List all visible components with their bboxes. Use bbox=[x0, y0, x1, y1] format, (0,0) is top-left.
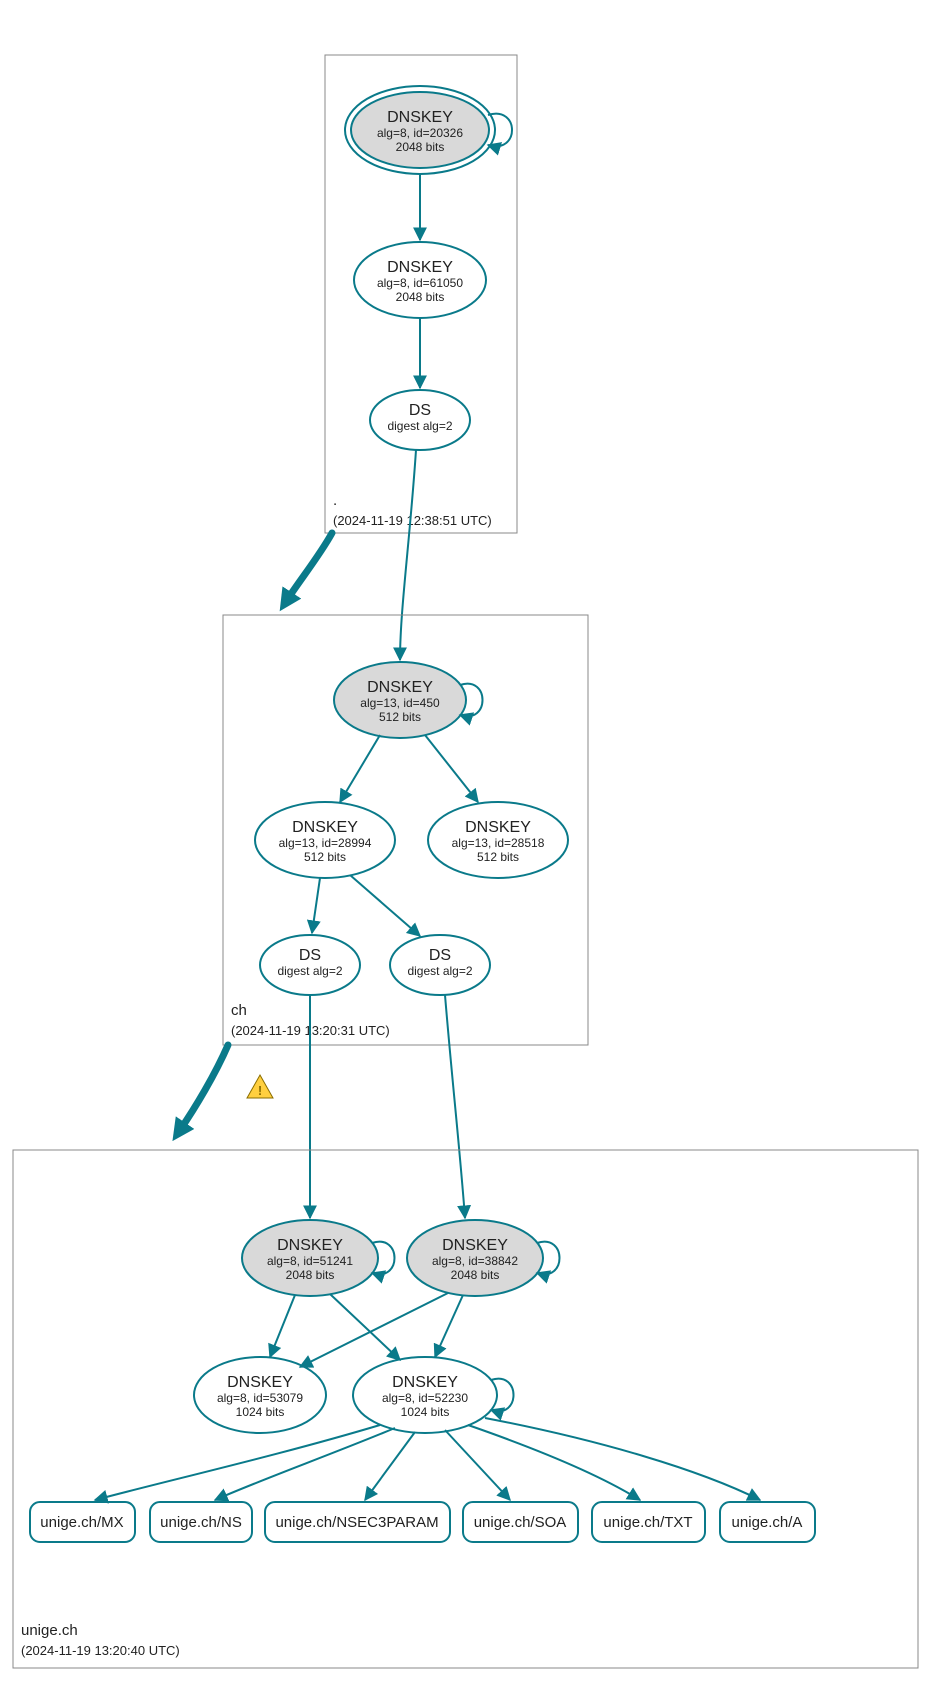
svg-text:DNSKEY: DNSKEY bbox=[442, 1237, 508, 1254]
warning-icon: ! bbox=[247, 1075, 273, 1098]
svg-text:DS: DS bbox=[429, 947, 451, 964]
leaf-a: unige.ch/A bbox=[720, 1502, 815, 1542]
svg-text:DNSKEY: DNSKEY bbox=[367, 679, 433, 696]
svg-text:2048 bits: 2048 bits bbox=[396, 290, 445, 304]
node-unige-dnskey-ksk2: DNSKEY alg=8, id=38842 2048 bits bbox=[407, 1220, 543, 1296]
svg-text:1024 bits: 1024 bits bbox=[401, 1405, 450, 1419]
svg-text:DNSKEY: DNSKEY bbox=[465, 819, 531, 836]
svg-text:digest alg=2: digest alg=2 bbox=[407, 964, 472, 978]
edge-unige-ksk1-zsk1 bbox=[270, 1295, 295, 1357]
svg-text:alg=8, id=38842: alg=8, id=38842 bbox=[432, 1254, 518, 1268]
dnssec-chain-diagram: . (2024-11-19 12:38:51 UTC) DNSKEY alg=8… bbox=[0, 0, 936, 1690]
edge-ch-zsk1-ds1 bbox=[312, 878, 320, 933]
edge-ch-zsk1-ds2 bbox=[350, 875, 420, 936]
svg-text:2048 bits: 2048 bits bbox=[451, 1268, 500, 1282]
svg-text:DNSKEY: DNSKEY bbox=[277, 1237, 343, 1254]
node-unige-dnskey-ksk1: DNSKEY alg=8, id=51241 2048 bits bbox=[242, 1220, 378, 1296]
edge-ch-ksk-zsk2 bbox=[425, 735, 478, 802]
svg-text:!: ! bbox=[258, 1083, 262, 1098]
edge-ch-ds2-to-unige-ksk2 bbox=[445, 995, 465, 1218]
svg-text:digest alg=2: digest alg=2 bbox=[277, 964, 342, 978]
svg-text:unige.ch/A: unige.ch/A bbox=[732, 1514, 803, 1531]
svg-text:512 bits: 512 bits bbox=[477, 850, 519, 864]
edge-zsk2-a bbox=[485, 1418, 760, 1500]
svg-text:alg=13, id=450: alg=13, id=450 bbox=[360, 696, 440, 710]
svg-text:2048 bits: 2048 bits bbox=[396, 140, 445, 154]
svg-text:512 bits: 512 bits bbox=[379, 710, 421, 724]
svg-text:alg=8, id=20326: alg=8, id=20326 bbox=[377, 126, 463, 140]
leaf-nsec3param: unige.ch/NSEC3PARAM bbox=[265, 1502, 450, 1542]
node-root-ds: DS digest alg=2 bbox=[370, 390, 470, 450]
svg-text:DNSKEY: DNSKEY bbox=[292, 819, 358, 836]
svg-text:alg=13, id=28518: alg=13, id=28518 bbox=[452, 836, 545, 850]
svg-text:DNSKEY: DNSKEY bbox=[387, 259, 453, 276]
svg-text:unige.ch/TXT: unige.ch/TXT bbox=[603, 1514, 692, 1531]
svg-text:alg=8, id=61050: alg=8, id=61050 bbox=[377, 276, 463, 290]
svg-text:digest alg=2: digest alg=2 bbox=[387, 419, 452, 433]
edge-zsk2-mx bbox=[95, 1425, 380, 1500]
svg-text:512 bits: 512 bits bbox=[304, 850, 346, 864]
zone-root-ts: (2024-11-19 12:38:51 UTC) bbox=[333, 513, 492, 528]
edge-unige-ksk2-zsk2 bbox=[435, 1295, 463, 1357]
svg-text:alg=8, id=53079: alg=8, id=53079 bbox=[217, 1391, 303, 1405]
svg-text:unige.ch/NSEC3PARAM: unige.ch/NSEC3PARAM bbox=[275, 1514, 438, 1531]
zone-root-label: . bbox=[333, 492, 337, 509]
zone-unige-label: unige.ch bbox=[21, 1622, 78, 1639]
node-ch-ds1: DS digest alg=2 bbox=[260, 935, 360, 995]
node-ch-ds2: DS digest alg=2 bbox=[390, 935, 490, 995]
svg-text:DNSKEY: DNSKEY bbox=[387, 109, 453, 126]
leaf-ns: unige.ch/NS bbox=[150, 1502, 252, 1542]
svg-text:unige.ch/NS: unige.ch/NS bbox=[160, 1514, 242, 1531]
edge-root-ds-to-ch-ksk bbox=[400, 450, 416, 660]
svg-text:1024 bits: 1024 bits bbox=[236, 1405, 285, 1419]
edge-zsk2-soa bbox=[445, 1430, 510, 1500]
zone-ch-label: ch bbox=[231, 1002, 247, 1019]
edge-zsk2-ns bbox=[215, 1428, 395, 1500]
node-ch-dnskey-zsk2: DNSKEY alg=13, id=28518 512 bits bbox=[428, 802, 568, 878]
node-root-dnskey-ksk: DNSKEY alg=8, id=20326 2048 bits bbox=[345, 86, 495, 174]
svg-text:unige.ch/SOA: unige.ch/SOA bbox=[474, 1514, 567, 1531]
zone-root: . (2024-11-19 12:38:51 UTC) DNSKEY alg=8… bbox=[325, 55, 517, 533]
edge-ch-ksk-zsk1 bbox=[340, 735, 380, 802]
svg-text:unige.ch/MX: unige.ch/MX bbox=[40, 1514, 123, 1531]
edge-zsk2-nsec3 bbox=[365, 1432, 415, 1500]
svg-text:DS: DS bbox=[299, 947, 321, 964]
edge-unige-ksk1-zsk2 bbox=[330, 1294, 400, 1360]
svg-text:DNSKEY: DNSKEY bbox=[392, 1374, 458, 1391]
leaf-txt: unige.ch/TXT bbox=[592, 1502, 705, 1542]
delegation-ch-to-unige: ! bbox=[180, 1045, 273, 1130]
zone-unige: unige.ch (2024-11-19 13:20:40 UTC) DNSKE… bbox=[13, 1150, 918, 1668]
zone-ch: ch (2024-11-19 13:20:31 UTC) DNSKEY alg=… bbox=[223, 615, 588, 1045]
svg-text:alg=8, id=51241: alg=8, id=51241 bbox=[267, 1254, 353, 1268]
svg-text:2048 bits: 2048 bits bbox=[286, 1268, 335, 1282]
delegation-root-to-ch bbox=[287, 533, 332, 600]
edge-zsk2-txt bbox=[468, 1425, 640, 1500]
svg-text:alg=8, id=52230: alg=8, id=52230 bbox=[382, 1391, 468, 1405]
leaf-mx: unige.ch/MX bbox=[30, 1502, 135, 1542]
svg-text:DS: DS bbox=[409, 402, 431, 419]
node-unige-dnskey-zsk1: DNSKEY alg=8, id=53079 1024 bits bbox=[194, 1357, 326, 1433]
node-ch-dnskey-ksk: DNSKEY alg=13, id=450 512 bits bbox=[334, 662, 466, 738]
node-unige-dnskey-zsk2: DNSKEY alg=8, id=52230 1024 bits bbox=[353, 1357, 497, 1433]
zone-unige-ts: (2024-11-19 13:20:40 UTC) bbox=[21, 1643, 180, 1658]
leaf-soa: unige.ch/SOA bbox=[463, 1502, 578, 1542]
node-ch-dnskey-zsk1: DNSKEY alg=13, id=28994 512 bits bbox=[255, 802, 395, 878]
edge-unige-ksk2-zsk1 bbox=[300, 1293, 448, 1367]
svg-text:alg=13, id=28994: alg=13, id=28994 bbox=[279, 836, 372, 850]
svg-text:DNSKEY: DNSKEY bbox=[227, 1374, 293, 1391]
node-root-dnskey-zsk: DNSKEY alg=8, id=61050 2048 bits bbox=[354, 242, 486, 318]
